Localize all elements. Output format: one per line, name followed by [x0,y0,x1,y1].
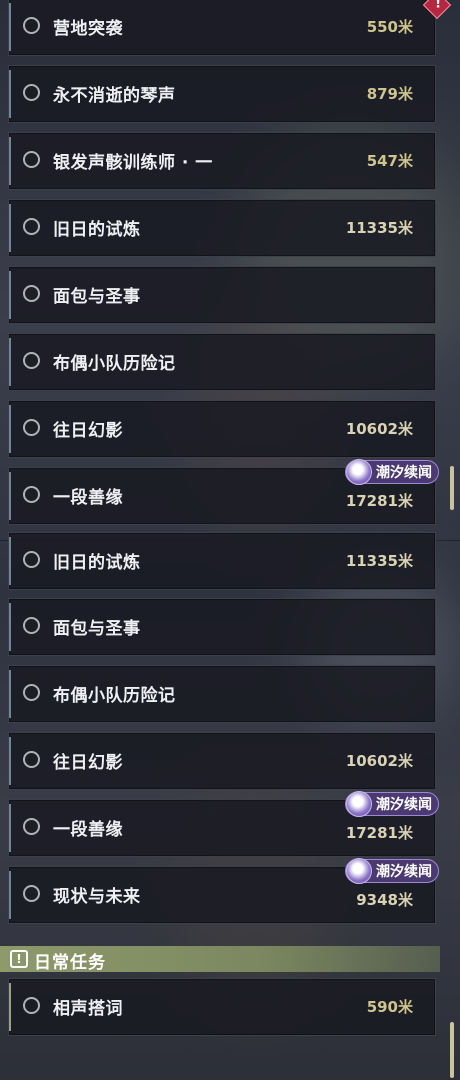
quest-list-top: 营地突袭 550米 永不消逝的琴声 879米 银发声骸训练师 · 一 547米 … [0,0,460,540]
quest-row-present-future[interactable]: 现状与未来 9348米 潮汐续闻 [8,858,439,924]
quest-row-puppet-squad[interactable]: 布偶小队历险记 [8,333,436,391]
quest-row-camp-raid[interactable]: 营地突袭 550米 [8,0,452,56]
section-title: 日常任务 [34,953,106,973]
radio-circle-icon[interactable] [23,551,40,568]
tidal-sequel-icon [346,791,372,817]
quest-title: 布偶小队历险记 [53,354,176,374]
radio-circle-icon[interactable] [23,486,40,503]
quest-title: 营地突袭 [53,19,123,39]
radio-circle-icon[interactable] [23,84,40,101]
quest-row-good-fate[interactable]: 一段善缘 17281米 潮汐续闻 [8,459,439,525]
radio-circle-icon[interactable] [23,818,40,835]
quest-title: 往日幻影 [53,753,123,773]
quest-title: 旧日的试炼 [53,553,141,573]
quest-row-bread-sacrament[interactable]: 面包与圣事 [8,266,436,324]
radio-circle-icon[interactable] [23,151,40,168]
quest-row-bread-sacrament[interactable]: 面包与圣事 [8,598,436,656]
quest-row-past-phantom[interactable]: 往日幻影 10602米 [8,400,436,458]
tidal-sequel-icon [346,858,372,884]
alert-diamond-icon [422,0,452,20]
quest-distance: 879米 [366,85,413,103]
radio-circle-icon[interactable] [23,617,40,634]
quest-row-past-phantom[interactable]: 往日幻影 10602米 [8,732,436,790]
quest-distance: 11335米 [345,219,413,237]
quest-title: 面包与圣事 [53,287,141,307]
radio-circle-icon[interactable] [23,17,40,34]
tidal-sequel-badge: 潮汐续闻 [345,791,439,817]
quest-row-good-fate[interactable]: 一段善缘 17281米 潮汐续闻 [8,791,439,857]
quest-title: 永不消逝的琴声 [53,86,176,106]
quest-distance: 550米 [366,18,413,36]
quest-distance: 17281米 [345,824,413,842]
quest-distance: 10602米 [345,752,413,770]
quest-row-eternal-song[interactable]: 永不消逝的琴声 879米 [8,65,436,123]
quest-title: 面包与圣事 [53,619,141,639]
radio-circle-icon[interactable] [23,218,40,235]
badge-label: 潮汐续闻 [376,465,432,481]
radio-circle-icon[interactable] [23,285,40,302]
quest-title: 相声搭词 [53,999,123,1019]
daily-tasks-header[interactable]: ! 日常任务 [0,946,440,973]
quest-row-old-trial[interactable]: 旧日的试炼 11335米 [8,532,436,590]
radio-circle-icon[interactable] [23,751,40,768]
badge-label: 潮汐续闻 [376,797,432,813]
exclamation-box-icon: ! [10,950,28,968]
quest-distance: 547米 [366,152,413,170]
quest-title: 布偶小队历险记 [53,686,176,706]
quest-distance: 590米 [366,998,413,1016]
quest-row-old-trial[interactable]: 旧日的试炼 11335米 [8,199,436,257]
quest-row-crosstalk[interactable]: 相声搭词 590米 [8,978,436,1036]
scrollbar-thumb[interactable] [450,466,454,510]
quest-distance: 17281米 [345,492,413,510]
radio-circle-icon[interactable] [23,419,40,436]
quest-title: 银发声骸训练师 · 一 [53,153,213,173]
quest-distance: 9348米 [356,891,413,909]
radio-circle-icon[interactable] [23,885,40,902]
radio-circle-icon[interactable] [23,684,40,701]
quest-row-puppet-squad[interactable]: 布偶小队历险记 [8,665,436,723]
quest-row-silver-trainer[interactable]: 银发声骸训练师 · 一 547米 [8,132,436,190]
scrollbar-thumb[interactable] [450,1022,454,1078]
quest-distance: 11335米 [345,552,413,570]
tidal-sequel-icon [346,459,372,485]
quest-title: 一段善缘 [53,820,123,840]
radio-circle-icon[interactable] [23,997,40,1014]
tidal-sequel-badge: 潮汐续闻 [345,858,439,884]
quest-distance: 10602米 [345,420,413,438]
quest-title: 一段善缘 [53,488,123,508]
quest-title: 现状与未来 [53,887,141,907]
quest-title: 往日幻影 [53,421,123,441]
badge-label: 潮汐续闻 [376,864,432,880]
radio-circle-icon[interactable] [23,352,40,369]
quest-title: 旧日的试炼 [53,220,141,240]
tidal-sequel-badge: 潮汐续闻 [345,459,439,485]
